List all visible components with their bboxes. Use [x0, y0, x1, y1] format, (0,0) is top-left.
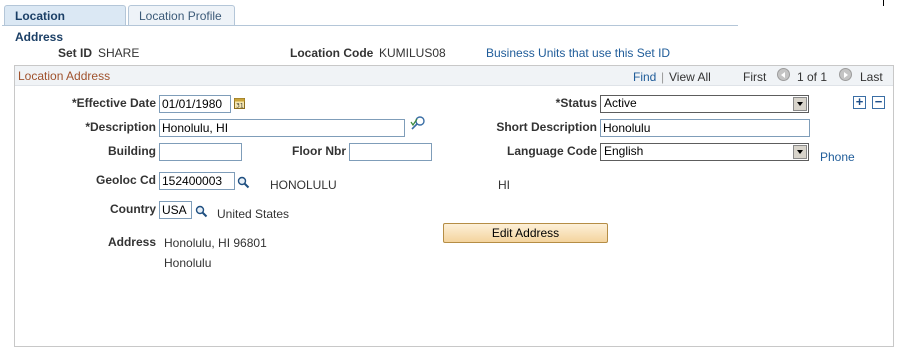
magnifier-icon[interactable]: [195, 205, 208, 218]
tab-divider: [2, 25, 738, 26]
floor-input[interactable]: [349, 143, 432, 161]
status-value: Active: [604, 96, 637, 110]
plus-icon[interactable]: +: [853, 95, 866, 109]
effective-date-label: *Effective Date: [71, 96, 156, 110]
short-description-input[interactable]: Honolulu: [600, 119, 810, 137]
language-select[interactable]: English: [600, 143, 809, 161]
status-label: *Status: [555, 96, 597, 110]
country-label: Country: [110, 202, 156, 216]
tab-location-profile-label: Location Profile: [139, 9, 222, 23]
edit-address-button[interactable]: Edit Address: [443, 223, 608, 243]
short-description-label: Short Description: [496, 120, 597, 134]
description-label: *Description: [85, 120, 156, 134]
section-title: Location Address: [18, 69, 111, 83]
country-name: United States: [217, 207, 290, 221]
first-link[interactable]: First: [743, 70, 766, 84]
phone-link[interactable]: Phone: [820, 150, 855, 164]
chevron-down-icon[interactable]: [793, 97, 807, 111]
business-units-link[interactable]: Business Units that use this Set ID: [486, 46, 670, 60]
view-all-link[interactable]: View All: [669, 70, 711, 84]
page-info: 1 of 1: [797, 70, 828, 84]
geoloc-label: Geoloc Cd: [95, 173, 156, 187]
previous-arrow-icon[interactable]: [777, 68, 790, 81]
language-label: Language Code: [506, 144, 597, 158]
spellcheck-icon[interactable]: [409, 116, 426, 132]
location-code-label: Location Code: [290, 46, 374, 60]
description-input[interactable]: Honolulu, HI: [159, 119, 405, 137]
effective-date-input[interactable]: 01/01/1980: [159, 95, 231, 113]
language-value: English: [604, 144, 644, 158]
corner-mark: [883, 0, 884, 6]
geoloc-state: HI: [498, 178, 510, 192]
calendar-icon[interactable]: 31: [234, 97, 245, 110]
building-input[interactable]: [159, 143, 242, 161]
geoloc-city: HONOLULU: [270, 178, 337, 192]
find-link[interactable]: Find: [633, 70, 656, 84]
status-select[interactable]: Active: [600, 95, 809, 113]
find-separator: |: [661, 70, 665, 84]
setid-label: Set ID: [58, 46, 93, 60]
address-label: Address: [107, 235, 156, 249]
address-line-2: Honolulu: [164, 256, 212, 270]
last-link[interactable]: Last: [860, 70, 883, 84]
tab-location-profile[interactable]: Location Profile: [128, 5, 235, 26]
location-code-value: KUMILUS08: [379, 46, 446, 60]
minus-icon[interactable]: −: [872, 95, 885, 109]
geoloc-input[interactable]: 152400003: [159, 172, 235, 190]
address-line-1: Honolulu, HI 96801: [164, 236, 267, 250]
svg-text:31: 31: [236, 103, 244, 110]
building-label: Building: [108, 144, 156, 158]
chevron-down-icon[interactable]: [793, 145, 807, 159]
tab-location-address[interactable]: Location Address: [4, 5, 126, 44]
setid-value: SHARE: [98, 46, 140, 60]
next-arrow-icon[interactable]: [839, 68, 852, 81]
country-input[interactable]: USA: [159, 201, 192, 219]
magnifier-icon[interactable]: [237, 176, 250, 189]
floor-label: Floor Nbr: [292, 144, 346, 158]
